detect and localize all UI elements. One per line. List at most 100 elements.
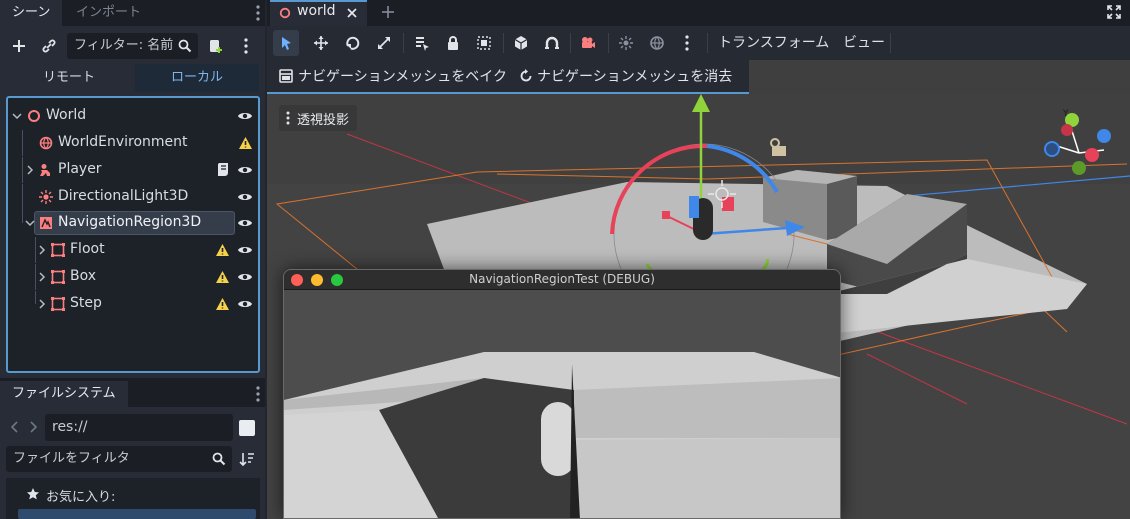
environment-toggle-button[interactable] bbox=[644, 30, 670, 56]
rotate-mode-button[interactable] bbox=[340, 30, 366, 56]
distraction-free-icon[interactable] bbox=[1107, 5, 1121, 19]
local-tree-button[interactable]: ローカル bbox=[135, 64, 259, 92]
group-button[interactable] bbox=[471, 30, 497, 56]
eye-icon[interactable] bbox=[237, 271, 253, 283]
snap-button[interactable] bbox=[539, 30, 565, 56]
bake-navmesh-button[interactable]: ナビゲーションメッシュをベイク bbox=[277, 60, 507, 92]
tree-row-floot[interactable]: Floot bbox=[8, 237, 258, 263]
debug-game-window[interactable]: NavigationRegionTest (DEBUG) bbox=[283, 269, 841, 519]
3d-viewport[interactable]: 透視投影 Y NavigationRegionTest (DEBUG) bbox=[267, 94, 1130, 519]
toolbar-separator bbox=[707, 33, 708, 53]
forward-arrow-icon[interactable] bbox=[28, 420, 38, 434]
warning-icon[interactable] bbox=[215, 243, 230, 257]
node3d-icon bbox=[28, 110, 40, 122]
eye-icon[interactable] bbox=[237, 110, 253, 122]
scale-mode-button[interactable] bbox=[371, 30, 397, 56]
path-field[interactable]: res:// bbox=[45, 414, 233, 441]
new-tab-icon[interactable] bbox=[381, 5, 395, 19]
sun-icon bbox=[619, 36, 633, 50]
tree-row-player[interactable]: Player bbox=[8, 157, 258, 183]
tree-label-floot: Floot bbox=[70, 241, 105, 257]
tab-scene[interactable]: シーン bbox=[0, 0, 63, 26]
tree-row-directionallight3d[interactable]: DirectionalLight3D bbox=[8, 184, 258, 210]
filesystem-tabbar: ファイルシステム bbox=[0, 381, 265, 407]
sun-toggle-button[interactable] bbox=[613, 30, 639, 56]
chevron-down-icon[interactable] bbox=[12, 111, 22, 121]
cube-icon bbox=[514, 36, 528, 50]
toolbar-separator bbox=[403, 33, 404, 53]
sort-icon[interactable] bbox=[239, 451, 255, 467]
tree-row-box[interactable]: Box bbox=[8, 264, 258, 290]
script-icon[interactable] bbox=[216, 162, 230, 178]
file-tree: お気に入り: bbox=[6, 478, 260, 519]
ruler-button[interactable] bbox=[508, 30, 534, 56]
chevron-down-icon[interactable] bbox=[25, 218, 35, 228]
eye-icon[interactable] bbox=[237, 191, 253, 203]
chevron-right-icon[interactable] bbox=[25, 165, 35, 175]
static-body-icon bbox=[51, 297, 65, 311]
instance-scene-button[interactable] bbox=[38, 34, 60, 58]
cursor-icon bbox=[282, 37, 291, 50]
toolbar-separator bbox=[890, 33, 891, 53]
sun-icon bbox=[39, 190, 53, 204]
remote-tree-button[interactable]: リモート bbox=[7, 64, 131, 92]
kebab-icon bbox=[685, 35, 689, 51]
tree-guide-line bbox=[35, 237, 36, 263]
eye-icon[interactable] bbox=[237, 244, 253, 256]
split-view-toggle[interactable] bbox=[239, 420, 255, 436]
clear-navmesh-button[interactable]: ナビゲーションメッシュを消去 bbox=[517, 60, 737, 92]
chevron-right-icon[interactable] bbox=[37, 272, 47, 282]
chevron-right-icon[interactable] bbox=[37, 245, 47, 255]
lock-button[interactable] bbox=[440, 30, 466, 56]
camera-icon bbox=[582, 37, 595, 48]
bake-icon bbox=[279, 69, 293, 83]
file-row-selected[interactable] bbox=[18, 509, 256, 519]
eye-icon[interactable] bbox=[237, 217, 253, 229]
tree-label-directionallight3d: DirectionalLight3D bbox=[58, 188, 189, 204]
link-icon bbox=[42, 39, 56, 53]
rotate-icon bbox=[346, 36, 360, 50]
viewport-menu-button[interactable]: 透視投影 bbox=[279, 105, 358, 131]
tree-guide-line bbox=[22, 157, 23, 183]
tree-row-navigationregion3d[interactable]: NavigationRegion3D bbox=[8, 210, 258, 236]
warning-icon[interactable] bbox=[215, 297, 230, 311]
warning-icon[interactable] bbox=[215, 270, 230, 284]
attach-script-button[interactable] bbox=[205, 34, 227, 58]
eye-icon[interactable] bbox=[237, 298, 253, 310]
transform-menu[interactable]: トランスフォーム bbox=[718, 26, 829, 60]
dock-menu-icon[interactable] bbox=[250, 4, 266, 22]
tree-row-world[interactable]: World bbox=[8, 103, 258, 129]
tree-row-worldenvironment[interactable]: WorldEnvironment bbox=[8, 130, 258, 156]
tab-filesystem[interactable]: ファイルシステム bbox=[0, 381, 128, 407]
game-render bbox=[284, 290, 840, 518]
preview-camera-button[interactable] bbox=[575, 30, 601, 56]
tree-guide-line bbox=[22, 130, 23, 156]
debug-window-titlebar[interactable]: NavigationRegionTest (DEBUG) bbox=[284, 270, 840, 290]
reload-icon bbox=[520, 69, 532, 82]
toolbar-more-button[interactable] bbox=[674, 30, 700, 56]
tree-label-world: World bbox=[46, 107, 87, 123]
list-select-button[interactable] bbox=[409, 30, 435, 56]
magnet-icon bbox=[545, 36, 559, 49]
tab-import[interactable]: インポート bbox=[64, 0, 153, 26]
file-filter-input[interactable]: ファイルをフィルタ bbox=[6, 446, 232, 472]
list-select-icon bbox=[416, 37, 429, 51]
scene-tab-world[interactable]: world bbox=[270, 0, 367, 26]
scene-menu-button[interactable] bbox=[236, 34, 256, 58]
dock-menu-icon[interactable] bbox=[250, 385, 266, 403]
add-node-button[interactable] bbox=[8, 34, 30, 58]
scene-tab-label: world bbox=[297, 3, 336, 19]
tree-row-step[interactable]: Step bbox=[8, 291, 258, 317]
move-mode-button[interactable] bbox=[308, 30, 334, 56]
warning-icon[interactable] bbox=[238, 136, 253, 150]
close-icon[interactable] bbox=[346, 7, 358, 19]
scene-filter-input[interactable]: フィルター: 名前 bbox=[67, 33, 198, 59]
chevron-right-icon[interactable] bbox=[37, 299, 47, 309]
scene-dock-tabbar: シーン インポート bbox=[0, 0, 265, 26]
select-mode-button[interactable] bbox=[273, 30, 299, 56]
eye-icon[interactable] bbox=[237, 164, 253, 176]
world-environment-icon bbox=[39, 136, 53, 150]
navigation-region-icon bbox=[40, 217, 52, 229]
view-menu[interactable]: ビュー bbox=[843, 26, 885, 60]
back-arrow-icon[interactable] bbox=[10, 420, 20, 434]
